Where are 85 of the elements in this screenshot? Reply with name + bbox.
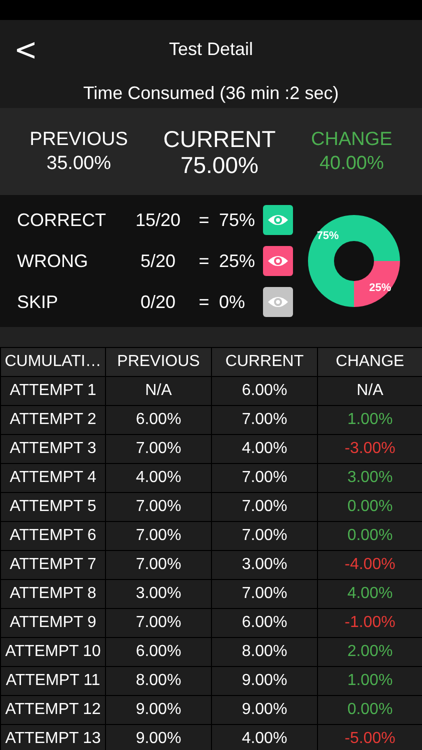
table-cell: ATTEMPT 12 (1, 696, 105, 724)
summary-label: CURRENT (163, 126, 276, 152)
table-cell: 6.00% (106, 406, 211, 434)
table-cell: 2.00% (318, 638, 422, 666)
time-consumed: Time Consumed (36 min :2 sec) (0, 78, 422, 108)
table-cell: 8.00% (212, 638, 317, 666)
eye-icon (267, 254, 289, 268)
table-cell: 3.00% (212, 551, 317, 579)
table-cell: 1.00% (318, 406, 422, 434)
stat-label: WRONG (17, 250, 89, 272)
stat-fraction: 15/20 (134, 210, 182, 230)
eye-icon (267, 295, 289, 309)
table-cell: ATTEMPT 9 (1, 609, 105, 637)
table-cell: ATTEMPT 7 (1, 551, 105, 579)
table-cell: N/A (318, 377, 422, 405)
table-cell: 7.00% (106, 493, 211, 521)
table-cell: 7.00% (106, 609, 211, 637)
table-cell: -3.00% (318, 435, 422, 463)
summary-value: 35.00% (46, 152, 111, 176)
table-cell: ATTEMPT 4 (1, 464, 105, 492)
stat-percent: 0% (219, 292, 246, 312)
table-cell: ATTEMPT 5 (1, 493, 105, 521)
table-cell: 9.00% (212, 696, 317, 724)
table-cell: -4.00% (318, 551, 422, 579)
stat-fraction: 0/20 (139, 292, 177, 312)
slice-label: 75% (316, 230, 339, 242)
view-button[interactable] (263, 205, 293, 235)
table-cell: 4.00% (318, 580, 422, 608)
stat-percent: 25% (219, 250, 256, 272)
view-button[interactable] (263, 287, 293, 317)
table-cell: ATTEMPT 8 (1, 580, 105, 608)
table-cell: 9.00% (212, 667, 317, 695)
table-cell: 7.00% (106, 435, 211, 463)
table-cell: 1.00% (318, 667, 422, 695)
equals-sign: = (198, 250, 210, 272)
table-cell: 6.00% (212, 609, 317, 637)
column-header: CURRENT (212, 348, 317, 376)
table-cell: N/A (106, 377, 211, 405)
table-cell: ATTEMPT 10 (1, 638, 105, 666)
summary-value: 40.00% (319, 152, 384, 176)
stat-percent: 75% (219, 210, 256, 230)
table-cell: -1.00% (318, 609, 422, 637)
table-cell: 4.00% (212, 435, 317, 463)
table-cell: 4.00% (212, 725, 317, 750)
table-cell: 7.00% (106, 551, 211, 579)
table-cell: ATTEMPT 2 (1, 406, 105, 434)
stat-label: SKIP (17, 292, 60, 312)
table-cell: -5.00% (318, 725, 422, 750)
view-button[interactable] (263, 246, 293, 276)
summary-value: 75.00% (180, 152, 258, 178)
summary-label: PREVIOUS (30, 128, 128, 152)
equals-sign: = (198, 292, 210, 312)
table-cell: 9.00% (106, 725, 211, 750)
table-cell: 6.00% (212, 377, 317, 405)
stat-fraction: 5/20 (139, 250, 177, 272)
stat-label: CORRECT (17, 210, 107, 230)
table-cell: 0.00% (318, 522, 422, 550)
table-cell: ATTEMPT 13 (1, 725, 105, 750)
eye-icon (267, 213, 289, 227)
table-cell: 7.00% (212, 464, 317, 492)
table-cell: 7.00% (212, 406, 317, 434)
screen-title: Test Detail (168, 38, 254, 60)
table-cell: 7.00% (106, 522, 211, 550)
column-header: CUMULATI… (1, 348, 105, 376)
table-cell: 7.00% (212, 580, 317, 608)
table-cell: 3.00% (106, 580, 211, 608)
table-cell: 3.00% (318, 464, 422, 492)
table-cell: 4.00% (106, 464, 211, 492)
equals-sign: = (198, 210, 210, 230)
table-cell: 7.00% (212, 493, 317, 521)
table-cell: ATTEMPT 3 (1, 435, 105, 463)
table-cell: 6.00% (106, 638, 211, 666)
table-cell: 8.00% (106, 667, 211, 695)
table-cell: 7.00% (212, 522, 317, 550)
table-cell: 0.00% (318, 696, 422, 724)
column-header: CHANGE (318, 348, 422, 376)
column-header: PREVIOUS (106, 348, 211, 376)
table-cell: 0.00% (318, 493, 422, 521)
table-cell: 9.00% (106, 696, 211, 724)
table-cell: ATTEMPT 6 (1, 522, 105, 550)
slice-label: 25% (369, 282, 392, 294)
back-button[interactable]: < (14, 31, 38, 68)
table-cell: ATTEMPT 1 (1, 377, 105, 405)
summary-label: CHANGE (311, 128, 392, 152)
table-cell: ATTEMPT 11 (1, 667, 105, 695)
